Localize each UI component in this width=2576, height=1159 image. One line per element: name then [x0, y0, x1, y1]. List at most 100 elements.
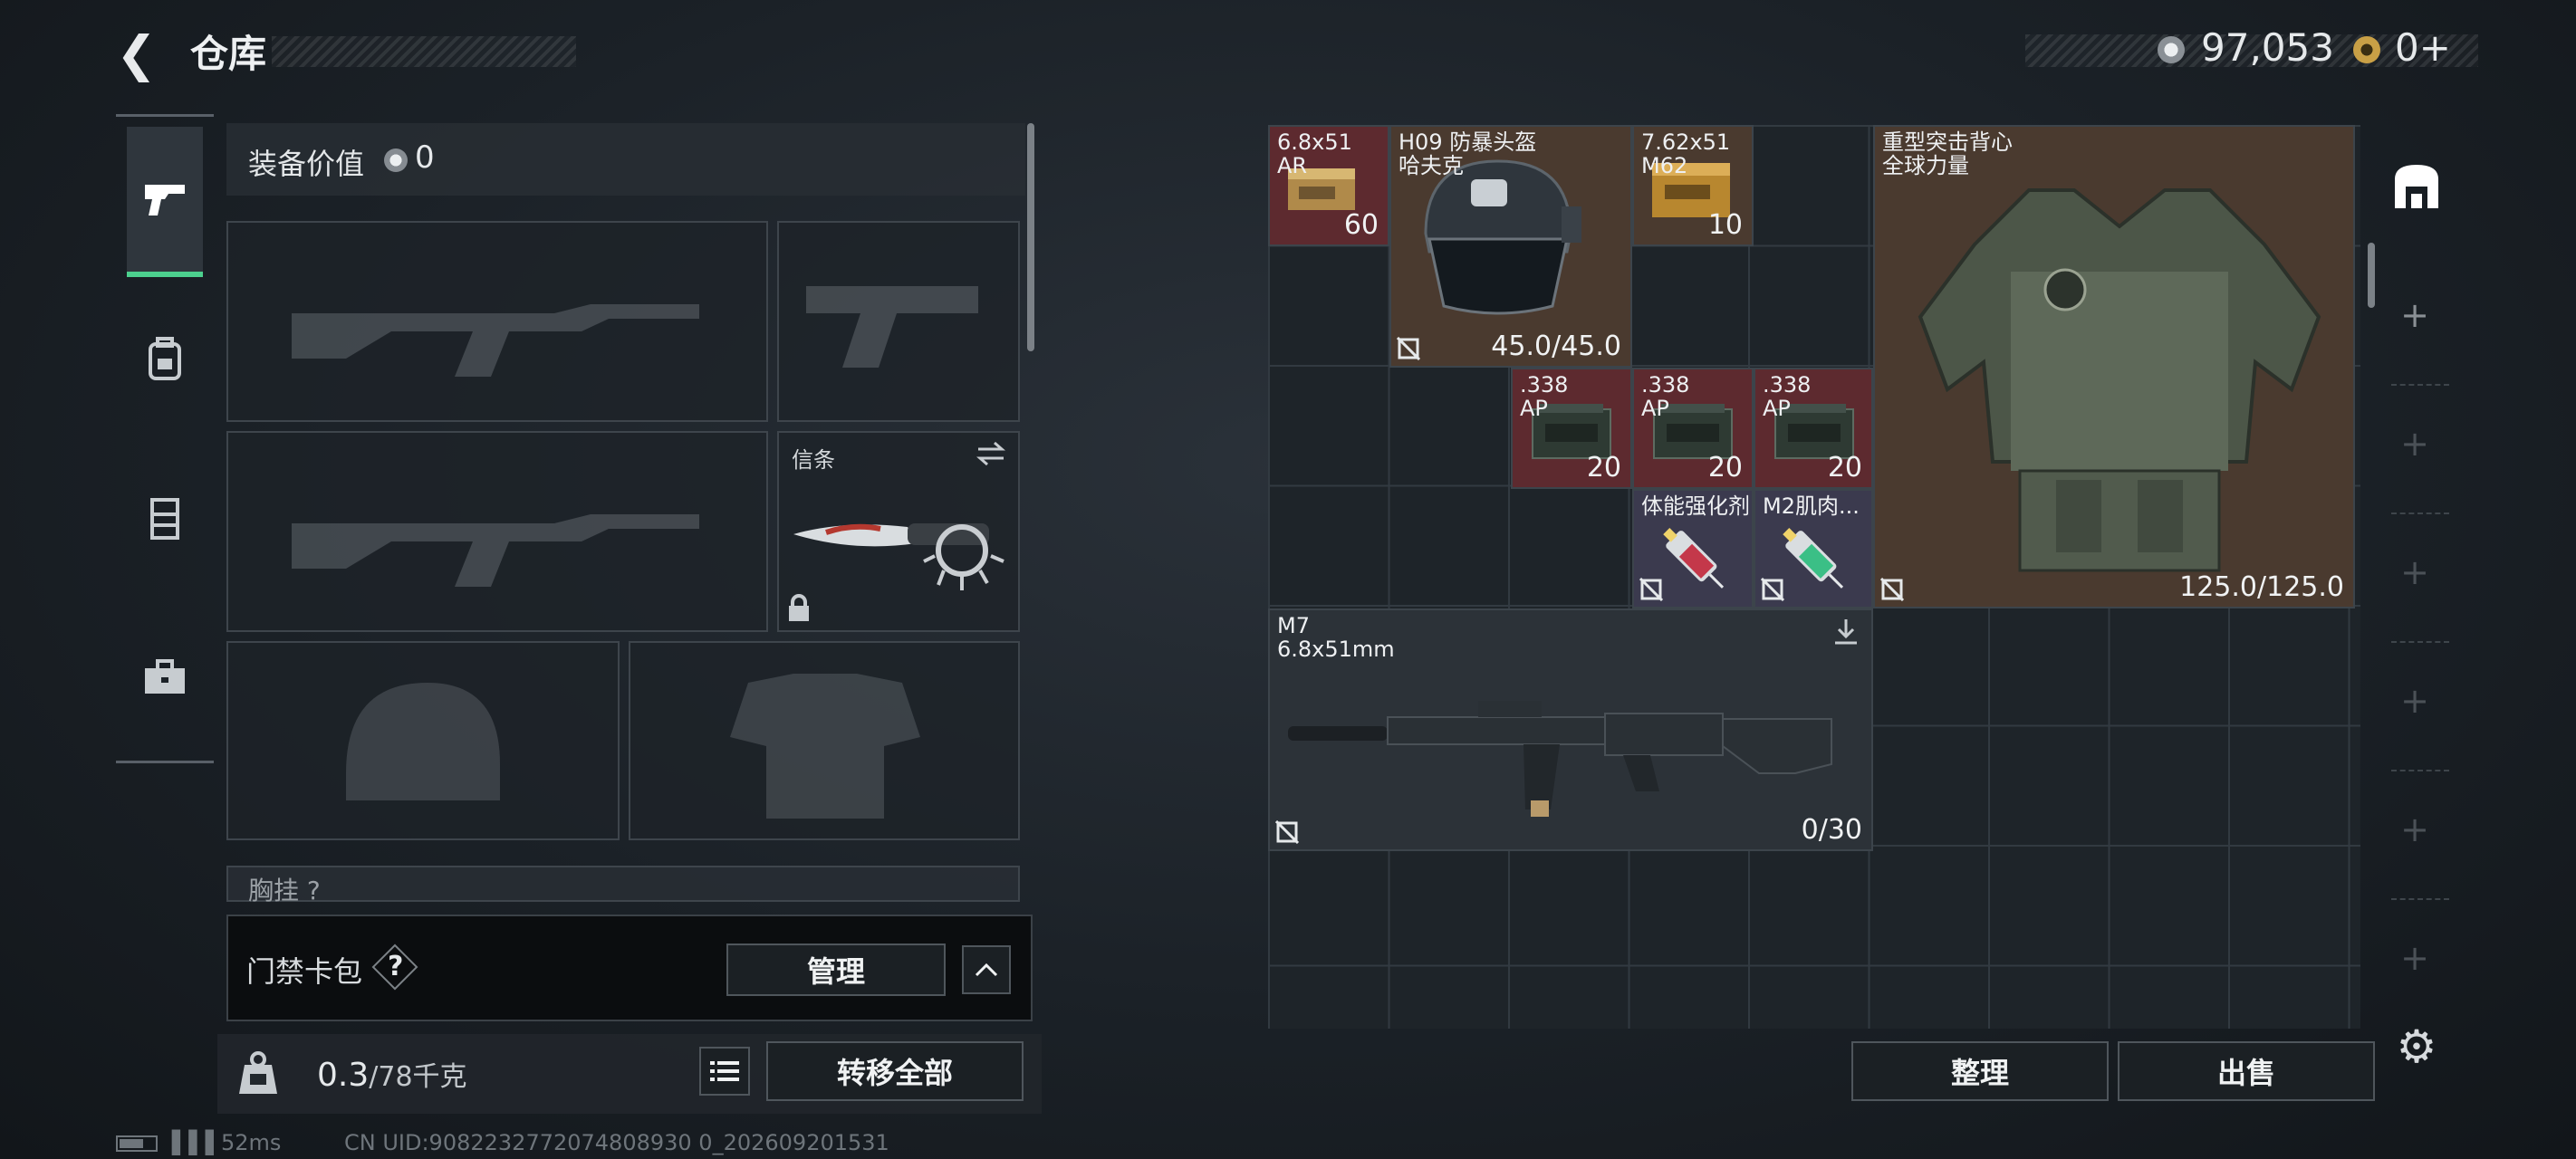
swap-icon[interactable]	[975, 440, 1007, 467]
rail-divider	[2391, 770, 2449, 771]
silver-coin-icon	[2158, 36, 2185, 63]
melee-slot-title: 信条	[792, 447, 835, 473]
item-label: 体能强化剂	[1641, 493, 1750, 519]
lock-icon	[789, 594, 809, 621]
add-stash-tab-icon[interactable]: +	[2397, 809, 2433, 849]
add-stash-tab-icon[interactable]: +	[2397, 938, 2433, 978]
ping-value: 52ms	[221, 1130, 282, 1155]
silver-coin-icon	[384, 148, 408, 172]
item-label: 7.62x51 M62	[1641, 129, 1731, 178]
not-insured-icon	[1880, 578, 1904, 601]
chevron-up-icon	[975, 963, 998, 977]
item-durability: 125.0/125.0	[2179, 571, 2344, 603]
sell-button[interactable]: 出售	[2118, 1041, 2375, 1101]
not-insured-icon	[1275, 820, 1299, 844]
primary-weapon-slot[interactable]	[226, 221, 768, 422]
currency-primary: 97,053	[2201, 25, 2334, 70]
knife-icon	[793, 523, 1004, 590]
weight-icon	[239, 1051, 277, 1094]
stash-tab-icon[interactable]	[2389, 159, 2444, 214]
stash-item-ammo-338[interactable]: .338 AP 20	[1632, 368, 1754, 489]
rail-divider	[2391, 384, 2449, 386]
title-decoration	[272, 36, 576, 67]
stash-grid[interactable]: 6.8x51 AR 60 H09 防暴头盔 哈夫克 45.0/45.0 7.62…	[1268, 125, 2360, 1029]
battery-level	[120, 1139, 143, 1148]
gold-coin-icon	[2353, 36, 2380, 63]
item-count: 20	[1707, 452, 1743, 484]
equipment-value: 0	[415, 139, 435, 176]
secondary-weapon-slot[interactable]	[777, 221, 1020, 422]
toolbox-icon	[145, 659, 185, 694]
item-label: .338 AP	[1520, 372, 1569, 421]
rifle-silhouette-icon	[292, 304, 699, 377]
item-label: 重型突击背心 全球力量	[1882, 129, 2013, 178]
transfer-all-button[interactable]: 转移全部	[766, 1041, 1024, 1101]
add-stash-tab-icon[interactable]: +	[2397, 552, 2433, 592]
currency-secondary-button[interactable]: 0+	[2395, 25, 2451, 70]
pistol-icon	[145, 185, 185, 216]
download-icon[interactable]	[1831, 618, 1860, 647]
item-count: 10	[1707, 209, 1743, 241]
item-ammo-count: 0/30	[1801, 814, 1862, 846]
stash-item-ammo-7.62x51[interactable]: 7.62x51 M62 10	[1632, 125, 1754, 246]
stash-item-ammo-338[interactable]: .338 AP 20	[1754, 368, 1873, 489]
pistol-silhouette-icon	[806, 286, 978, 368]
list-view-button[interactable]	[699, 1047, 750, 1096]
nav-tab-toolbox[interactable]	[127, 639, 203, 715]
weight-value: 0.3/78千克	[317, 1057, 467, 1094]
item-label: M7 6.8x51mm	[1277, 613, 1395, 662]
uid-text: CN UID:9082232772074808930 0_20260920153…	[344, 1130, 889, 1155]
syringe-icon	[1783, 528, 1844, 589]
backpack-icon	[149, 337, 181, 380]
nav-tab-weapons[interactable]	[127, 127, 203, 277]
nav-divider	[116, 114, 214, 117]
page-title: 仓库	[190, 32, 267, 76]
rail-divider	[2391, 898, 2449, 900]
armor-vest-icon	[1918, 188, 2321, 572]
nav-tab-backpack[interactable]	[127, 321, 203, 397]
rifle-silhouette-icon	[292, 514, 699, 587]
equipment-scrollbar[interactable]	[1027, 123, 1034, 351]
stash-item-ammo-338[interactable]: .338 AP 20	[1511, 368, 1632, 489]
equipment-value-label: 装备价值	[248, 147, 365, 181]
stash-item-heavy-vest[interactable]: 重型突击背心 全球力量 125.0/125.0	[1873, 125, 2355, 608]
nav-divider	[116, 761, 214, 763]
add-stash-tab-icon[interactable]: +	[2397, 424, 2433, 464]
list-icon	[710, 1061, 739, 1081]
rail-divider	[2391, 512, 2449, 514]
help-icon[interactable]: ?	[388, 951, 403, 982]
collapse-button[interactable]	[962, 945, 1011, 994]
manage-button[interactable]: 管理	[726, 943, 946, 996]
signal-icon: ▌▌▌	[172, 1130, 223, 1155]
not-insured-icon	[1761, 578, 1784, 601]
back-icon[interactable]: ❮	[116, 27, 170, 81]
stash-item-helmet[interactable]: H09 防暴头盔 哈夫克 45.0/45.0	[1389, 125, 1632, 368]
stash-item-m7-rifle[interactable]: M7 6.8x51mm 0/30	[1268, 608, 1873, 851]
helmet-slot[interactable]	[226, 641, 620, 840]
stash-item-ammo-6.8x51[interactable]: 6.8x51 AR 60	[1268, 125, 1389, 246]
gear-icon[interactable]: ⚙	[2391, 1021, 2442, 1072]
item-label: .338 AP	[1763, 372, 1812, 421]
nav-tab-vest[interactable]	[127, 480, 203, 556]
add-stash-tab-icon[interactable]: +	[2397, 681, 2433, 721]
item-label: M2肌肉...	[1763, 493, 1860, 519]
melee-slot[interactable]: 信条	[777, 431, 1020, 632]
secondary-rifle-slot[interactable]	[226, 431, 768, 632]
item-count: 20	[1586, 452, 1621, 484]
stash-scrollbar[interactable]	[2368, 243, 2375, 308]
stash-item-stim-m2[interactable]: M2肌肉...	[1754, 489, 1873, 608]
chest-rig-slot[interactable]	[226, 866, 1020, 902]
armor-slot[interactable]	[629, 641, 1020, 840]
syringe-icon	[1663, 528, 1725, 589]
item-label: H09 防暴头盔 哈夫克	[1399, 129, 1537, 178]
sort-button[interactable]: 整理	[1851, 1041, 2109, 1101]
chest-rig-label: 胸挂 ?	[248, 876, 321, 905]
add-stash-tab-icon[interactable]: +	[2397, 295, 2433, 335]
stash-item-stim-stamina[interactable]: 体能强化剂	[1632, 489, 1754, 608]
rail-divider	[2391, 641, 2449, 643]
keycard-label: 门禁卡包	[246, 954, 363, 989]
item-count: 60	[1343, 209, 1379, 241]
item-label: .338 AP	[1641, 372, 1690, 421]
vest-icon	[150, 498, 179, 540]
armor-silhouette-icon	[730, 674, 920, 819]
